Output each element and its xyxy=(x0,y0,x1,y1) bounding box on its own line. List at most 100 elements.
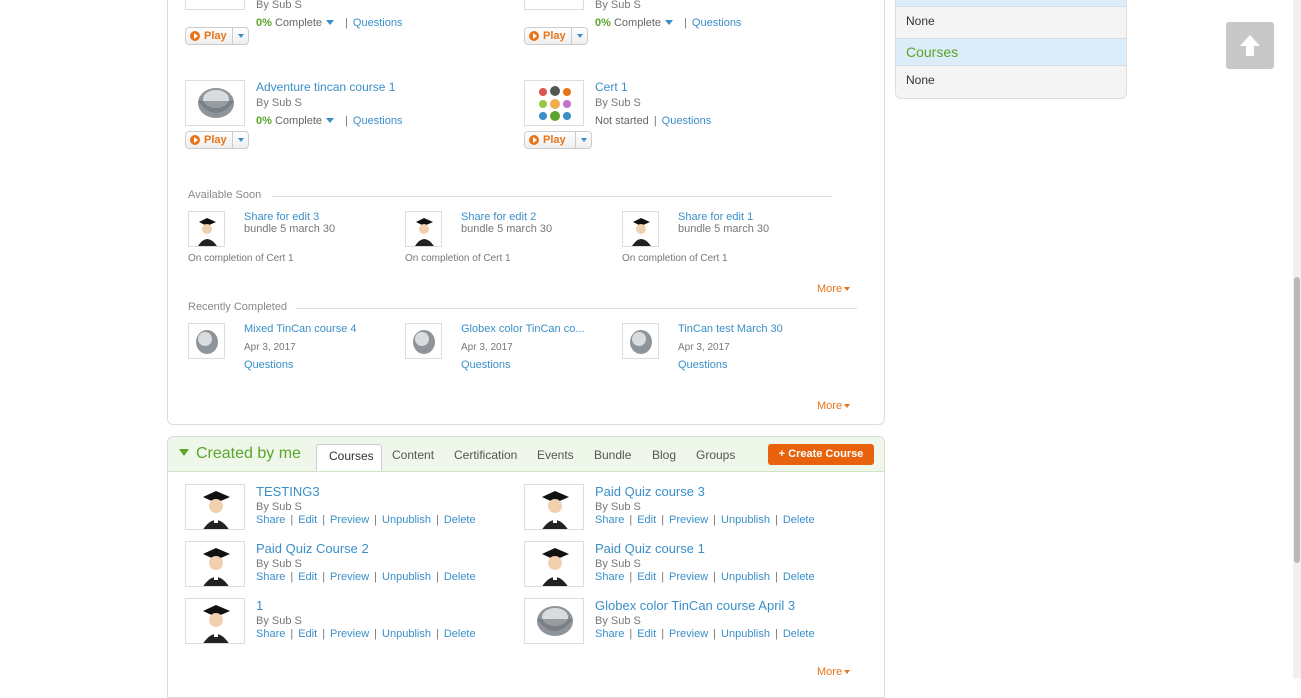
course-actions: Share | Edit | Preview | Unpublish | Delete xyxy=(595,628,815,640)
graduate-avatar-icon[interactable] xyxy=(405,211,442,247)
course-card: Cert 1 By Sub S Not started | Questions Pl… xyxy=(524,80,844,149)
item-subtitle: bundle 5 march 30 xyxy=(678,223,770,235)
item-title-link[interactable]: Share for edit 3 xyxy=(244,211,319,223)
play-button[interactable]: Play xyxy=(524,131,592,149)
unpublish-link[interactable]: Unpublish xyxy=(382,571,431,583)
course-title-link[interactable]: 1 xyxy=(256,598,263,613)
edit-link[interactable]: Edit xyxy=(298,571,317,583)
delete-link[interactable]: Delete xyxy=(783,628,815,640)
share-link[interactable]: Share xyxy=(256,571,285,583)
course-title-link[interactable]: Globex color TinCan course April 3 xyxy=(595,598,795,613)
tab-content[interactable]: Content xyxy=(392,448,434,462)
edit-link[interactable]: Edit xyxy=(637,571,656,583)
tab-courses[interactable]: Courses xyxy=(316,444,382,471)
unpublish-link[interactable]: Unpublish xyxy=(721,571,770,583)
graduate-avatar-icon[interactable] xyxy=(185,541,245,587)
section-title[interactable]: Created by me xyxy=(196,445,301,463)
course-thumbnail[interactable] xyxy=(188,323,225,359)
play-menu-dropdown[interactable] xyxy=(232,28,249,44)
scrollbar-thumb[interactable] xyxy=(1294,277,1300,563)
graduate-avatar-icon[interactable] xyxy=(188,211,225,247)
play-menu-dropdown[interactable] xyxy=(571,28,588,44)
play-menu-dropdown[interactable] xyxy=(232,132,249,148)
preview-link[interactable]: Preview xyxy=(330,628,369,640)
course-title-link[interactable]: Paid Quiz course 1 xyxy=(595,541,705,556)
course-thumbnail[interactable] xyxy=(524,0,584,10)
course-title-link[interactable]: Cert 1 xyxy=(595,80,628,94)
questions-link[interactable]: Questions xyxy=(461,359,511,371)
unpublish-link[interactable]: Unpublish xyxy=(721,514,770,526)
share-link[interactable]: Share xyxy=(595,628,624,640)
questions-link[interactable]: Questions xyxy=(244,359,294,371)
preview-link[interactable]: Preview xyxy=(669,514,708,526)
unpublish-link[interactable]: Unpublish xyxy=(382,514,431,526)
tab-groups[interactable]: Groups xyxy=(696,448,735,462)
delete-link[interactable]: Delete xyxy=(444,628,476,640)
share-link[interactable]: Share xyxy=(595,571,624,583)
chevron-down-icon[interactable] xyxy=(326,20,335,25)
delete-link[interactable]: Delete xyxy=(783,571,815,583)
unpublish-link[interactable]: Unpublish xyxy=(382,628,431,640)
preview-link[interactable]: Preview xyxy=(669,628,708,640)
page-scrollbar[interactable] xyxy=(1293,0,1301,678)
item-title-link[interactable]: TinCan test March 30 xyxy=(678,323,783,335)
questions-link[interactable]: Questions xyxy=(678,359,728,371)
chevron-down-icon[interactable] xyxy=(665,20,674,25)
course-thumbnail[interactable] xyxy=(185,80,245,126)
graduate-avatar-icon[interactable] xyxy=(185,598,245,644)
graduate-avatar-icon[interactable] xyxy=(185,484,245,530)
delete-link[interactable]: Delete xyxy=(444,571,476,583)
available-soon-item: Share for edit 3 bundle 5 march 30 On co… xyxy=(188,211,388,271)
share-link[interactable]: Share xyxy=(595,514,624,526)
graduate-avatar-icon[interactable] xyxy=(622,211,659,247)
more-link[interactable]: More xyxy=(817,400,851,412)
create-course-button[interactable]: + Create Course xyxy=(768,444,874,465)
play-button[interactable]: Play xyxy=(185,27,249,45)
graduate-avatar-icon[interactable] xyxy=(524,484,584,530)
edit-link[interactable]: Edit xyxy=(298,628,317,640)
course-thumbnail[interactable] xyxy=(405,323,442,359)
course-title-link[interactable]: Adventure tincan course 1 xyxy=(256,80,395,94)
share-link[interactable]: Share xyxy=(256,514,285,526)
more-link[interactable]: More xyxy=(817,283,851,295)
course-author: By Sub S xyxy=(595,501,641,513)
delete-link[interactable]: Delete xyxy=(783,514,815,526)
play-button[interactable]: Play xyxy=(524,27,588,45)
course-thumbnail[interactable] xyxy=(185,0,245,10)
delete-link[interactable]: Delete xyxy=(444,514,476,526)
course-title-link[interactable]: Paid Quiz course 3 xyxy=(595,484,705,499)
item-title-link[interactable]: Share for edit 1 xyxy=(678,211,753,223)
unpublish-link[interactable]: Unpublish xyxy=(721,628,770,640)
play-menu-dropdown[interactable] xyxy=(575,132,592,148)
course-title-link[interactable]: TESTING3 xyxy=(256,484,320,499)
scroll-to-top-button[interactable] xyxy=(1226,22,1274,69)
tab-blog[interactable]: Blog xyxy=(652,448,676,462)
item-title-link[interactable]: Globex color TinCan co... xyxy=(461,323,585,335)
graduate-avatar-icon[interactable] xyxy=(524,541,584,587)
tab-certification[interactable]: Certification xyxy=(454,448,517,462)
edit-link[interactable]: Edit xyxy=(298,514,317,526)
questions-link[interactable]: Questions xyxy=(692,17,742,29)
collapse-triangle-icon[interactable] xyxy=(179,449,189,456)
preview-link[interactable]: Preview xyxy=(330,571,369,583)
course-title-link[interactable]: Paid Quiz Course 2 xyxy=(256,541,369,556)
questions-link[interactable]: Questions xyxy=(662,115,712,127)
play-button[interactable]: Play xyxy=(185,131,249,149)
preview-link[interactable]: Preview xyxy=(330,514,369,526)
questions-link[interactable]: Questions xyxy=(353,115,403,127)
edit-link[interactable]: Edit xyxy=(637,628,656,640)
preview-link[interactable]: Preview xyxy=(669,571,708,583)
tab-events[interactable]: Events xyxy=(537,448,574,462)
share-link[interactable]: Share xyxy=(256,628,285,640)
questions-link[interactable]: Questions xyxy=(353,17,403,29)
tab-bundle[interactable]: Bundle xyxy=(594,448,631,462)
course-thumbnail[interactable] xyxy=(524,598,584,644)
course-author: By Sub S xyxy=(256,0,302,11)
item-title-link[interactable]: Mixed TinCan course 4 xyxy=(244,323,357,335)
item-title-link[interactable]: Share for edit 2 xyxy=(461,211,536,223)
course-thumbnail[interactable] xyxy=(622,323,659,359)
edit-link[interactable]: Edit xyxy=(637,514,656,526)
chevron-down-icon[interactable] xyxy=(326,118,335,123)
more-link[interactable]: More xyxy=(817,666,851,678)
certificate-thumbnail[interactable] xyxy=(524,80,584,126)
